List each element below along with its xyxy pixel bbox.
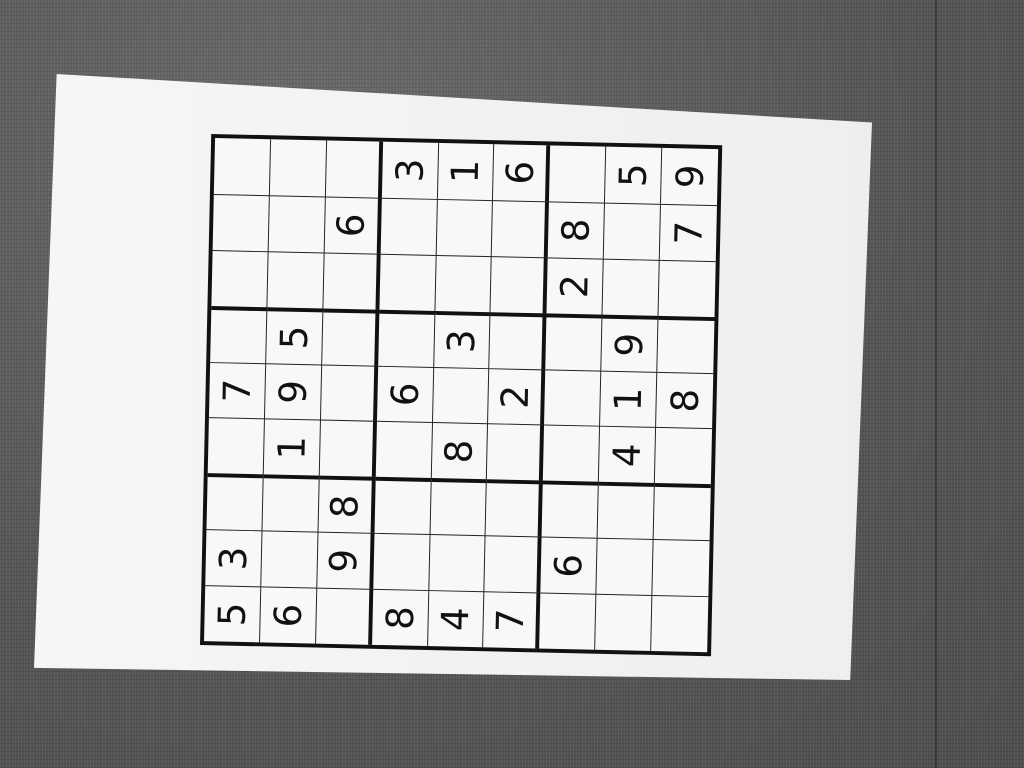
- sudoku-cell: 6: [540, 536, 598, 594]
- sudoku-cell: [325, 140, 383, 198]
- sudoku-cell: 5: [605, 146, 663, 204]
- sudoku-grid: 537619598686348317266284195879: [200, 133, 723, 657]
- sudoku-cell: [544, 369, 602, 427]
- sudoku-cell: 9: [264, 362, 322, 421]
- sudoku-cell: [379, 253, 437, 311]
- sudoku-cell: 8: [656, 371, 714, 429]
- sudoku-cell: 2: [488, 367, 546, 425]
- sudoku-cell: [595, 593, 653, 651]
- sudoku-cell: [207, 417, 265, 475]
- sudoku-cell: 7: [659, 203, 717, 261]
- sudoku-cell: 8: [431, 422, 489, 480]
- sudoku-cell: 9: [667, 164, 712, 189]
- sudoku-cell: 4: [427, 590, 485, 648]
- sudoku-cell: [484, 535, 542, 593]
- sudoku-cell: [549, 145, 607, 203]
- sudoku-cell: [596, 537, 654, 596]
- sudoku-cell: [206, 473, 264, 531]
- sudoku-cell: 6: [493, 144, 551, 202]
- sudoku-cell: [267, 251, 325, 309]
- sudoku-cell: 3: [205, 529, 263, 587]
- sudoku-cell: [653, 483, 711, 541]
- sudoku-cell: [210, 305, 268, 363]
- sudoku-cell: 4: [599, 426, 657, 484]
- sudoku-cell: 9: [317, 531, 375, 589]
- sudoku-cell: 9: [601, 314, 659, 372]
- sudoku-cell: 8: [318, 475, 376, 534]
- sudoku-cell: [321, 308, 380, 366]
- sudoku-cell: [380, 197, 438, 255]
- sudoku-cell: [269, 139, 327, 197]
- sudoku-cell: [657, 315, 715, 373]
- sudoku-cell: [597, 482, 655, 540]
- sudoku-cell: [432, 366, 490, 424]
- sudoku-cell: [652, 539, 710, 597]
- sudoku-cell: [543, 424, 601, 483]
- sudoku-cell: 2: [546, 257, 604, 315]
- sudoku-cell: [545, 313, 603, 371]
- sudoku-cell: [658, 259, 716, 317]
- sudoku-cell: 3: [381, 141, 439, 199]
- sudoku-cell: 6: [324, 196, 382, 254]
- sudoku-cell: [485, 479, 544, 537]
- sudoku-cell: [261, 530, 319, 588]
- sudoku-cell: [262, 474, 320, 532]
- carpet-seam: [935, 0, 937, 768]
- sudoku-cell: [539, 592, 597, 650]
- sudoku-cell: [654, 427, 713, 485]
- sudoku-cell: [541, 480, 600, 538]
- sudoku-cell: [602, 258, 660, 316]
- sudoku-cell: [211, 249, 269, 307]
- sudoku-cell: 7: [483, 591, 541, 649]
- sudoku-cell: [651, 595, 709, 653]
- sudoku-cell: [372, 533, 431, 591]
- sudoku-cell: [377, 309, 436, 367]
- sudoku-cell: [435, 254, 493, 312]
- sudoku-cell: [603, 202, 662, 260]
- sudoku-cell: [319, 420, 377, 478]
- sudoku-cell: [492, 200, 550, 258]
- sudoku-cell: [315, 587, 373, 645]
- sudoku-cell: [374, 477, 432, 535]
- sudoku-cell: [487, 423, 545, 481]
- sudoku-cell: 3: [433, 310, 491, 368]
- sudoku-cell: 5: [266, 306, 324, 365]
- sudoku-cell: [212, 193, 270, 252]
- sudoku-cell: [268, 195, 326, 253]
- sudoku-cell: [375, 421, 433, 479]
- sudoku-cell: 7: [208, 361, 267, 419]
- sudoku-cell: 8: [371, 588, 429, 647]
- sudoku-cell: [213, 138, 271, 196]
- sudoku-cell: 1: [600, 370, 658, 428]
- sudoku-board: 537619598686348317266284195879: [200, 133, 723, 657]
- sudoku-cell: 1: [437, 142, 495, 201]
- sudoku-cell: [489, 311, 547, 370]
- sudoku-cell: [428, 534, 486, 592]
- sudoku-cell: [320, 364, 378, 422]
- sudoku-cell: 6: [259, 586, 318, 644]
- sudoku-cell: 5: [204, 585, 262, 643]
- sudoku-cell: 6: [376, 365, 434, 423]
- sudoku-cell: [436, 198, 494, 256]
- sudoku-cell: [430, 478, 488, 536]
- sudoku-cell: 1: [263, 418, 321, 476]
- sudoku-cell: [490, 255, 549, 314]
- sudoku-cell: 8: [548, 201, 606, 259]
- sudoku-cell: [323, 252, 381, 310]
